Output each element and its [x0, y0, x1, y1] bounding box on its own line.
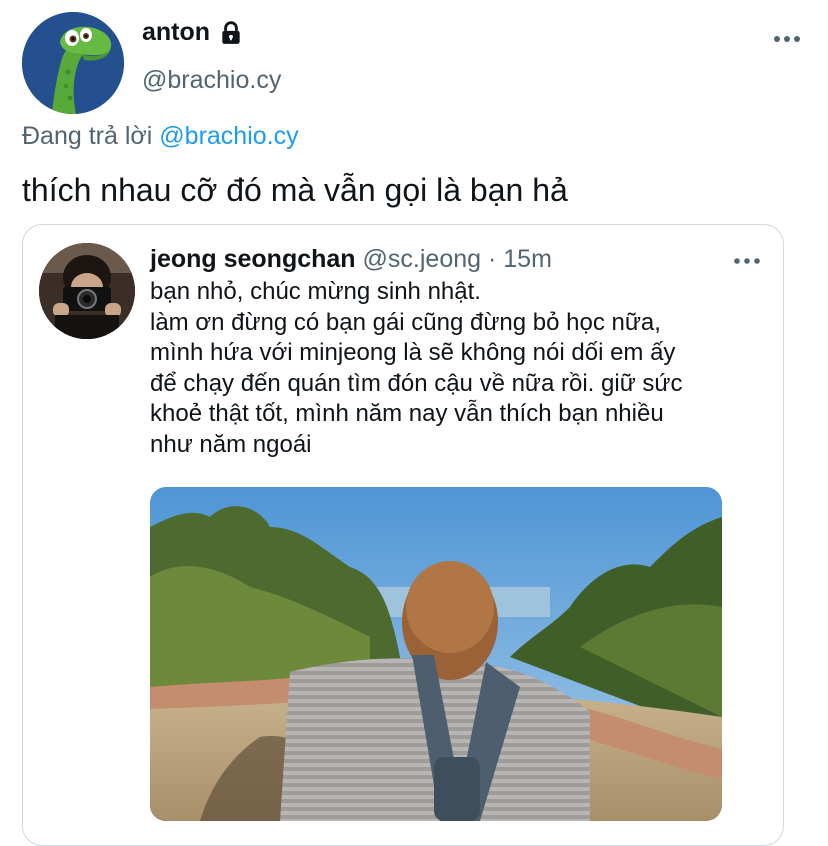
quoted-text-line: làm ơn đừng có bạn gái cũng đừng bỏ học …: [150, 308, 661, 336]
quoted-tweet-text: bạn nhỏ, chúc mừng sinh nhật. làm ơn đừn…: [150, 277, 760, 460]
lock-icon: [222, 20, 240, 44]
quoted-display-name[interactable]: jeong seongchan: [150, 245, 356, 273]
quoted-text-line: khoẻ thật tốt, mình năm nay vẫn thích bạ…: [150, 400, 664, 427]
quoted-author-avatar[interactable]: [39, 243, 135, 339]
quoted-text-line: bạn nhỏ, chúc mừng sinh nhật.: [150, 278, 481, 305]
green-dinosaur-icon: [22, 12, 124, 114]
replying-to: Đang trả lời @brachio.cy: [22, 122, 299, 151]
quoted-timestamp[interactable]: 15m: [503, 245, 552, 273]
quoted-header: jeong seongchan @sc.jeong · 15m: [150, 245, 552, 274]
tweet-text: thích nhau cỡ đó mà vẫn gọi là bạn hả: [22, 172, 568, 208]
more-options-icon[interactable]: [772, 32, 802, 46]
quoted-handle[interactable]: @sc.jeong: [363, 245, 482, 273]
replying-to-mention[interactable]: @brachio.cy: [159, 122, 298, 150]
author-name-row: anton: [142, 18, 244, 47]
person-with-camera-icon: [39, 243, 135, 339]
person-with-backpack-photo-icon: [150, 487, 722, 821]
display-name[interactable]: anton: [142, 18, 210, 47]
author-handle[interactable]: @brachio.cy: [142, 66, 281, 95]
quoted-tweet-card[interactable]: jeong seongchan @sc.jeong · 15m bạn nhỏ,…: [22, 224, 784, 846]
quoted-tweet-photo[interactable]: [150, 487, 722, 821]
replying-to-label: Đang trả lời: [22, 122, 153, 150]
quoted-text-line: để chạy đến quán tìm đón cậu về nữa rồi.…: [150, 369, 683, 397]
author-avatar[interactable]: [22, 12, 124, 114]
quoted-text-line: mình hứa với minjeong là sẽ không nói dố…: [150, 339, 676, 366]
separator-dot: ·: [488, 245, 497, 273]
quoted-more-options-icon[interactable]: [733, 255, 761, 267]
quoted-text-line: như năm ngoái: [150, 430, 312, 458]
